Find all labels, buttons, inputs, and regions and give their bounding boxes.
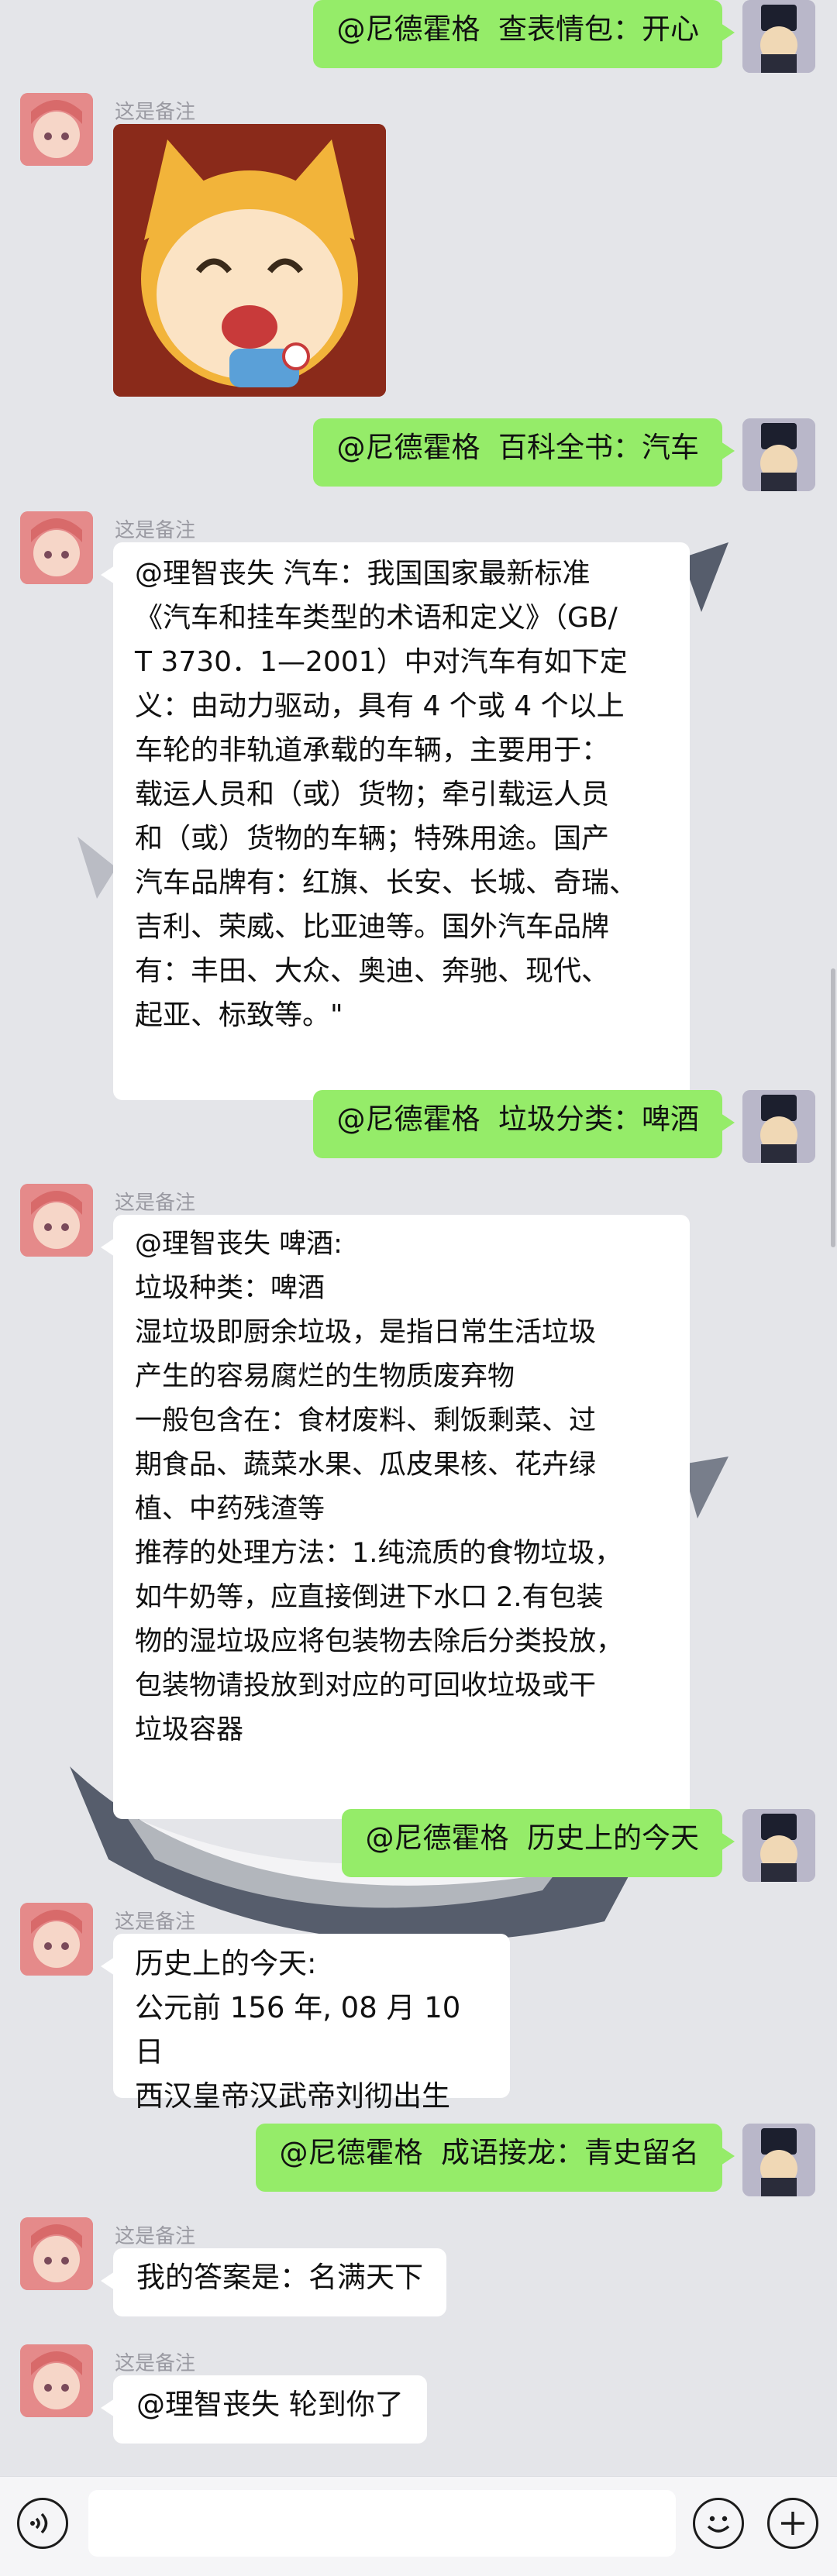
bot-avatar[interactable] — [20, 2217, 93, 2290]
bot-note-label: 这是备注 — [115, 2225, 196, 2248]
sent-message-bubble[interactable]: @尼德霍格 查表情包：开心 — [313, 0, 735, 68]
scrollbar[interactable] — [831, 968, 835, 1247]
my-avatar-image — [742, 418, 815, 491]
received-message-bubble[interactable]: 历史上的今天: 公元前 156 年, 08 月 10 日 西汉皇帝汉武帝刘彻出生 — [101, 1934, 510, 2113]
sent-message-bubble[interactable]: @尼德霍格 百科全书：汽车 — [313, 418, 735, 487]
my-avatar[interactable] — [742, 1090, 815, 1163]
bot-avatar[interactable] — [20, 1184, 93, 1257]
bot-avatar-image — [20, 1903, 93, 1976]
received-message-bubble[interactable]: @理智丧失 汽车：我国国家最新标准 《汽车和挂车类型的术语和定义》（GB/ T … — [101, 542, 690, 1100]
bot-avatar[interactable] — [20, 93, 93, 166]
my-avatar[interactable] — [742, 0, 815, 73]
happy-cat-sticker — [113, 124, 386, 397]
more-button[interactable] — [767, 2498, 818, 2549]
voice-button[interactable] — [17, 2498, 68, 2549]
bot-avatar[interactable] — [20, 2344, 93, 2417]
bot-note-label: 这是备注 — [115, 1192, 196, 1215]
my-avatar-image — [742, 0, 815, 73]
my-avatar[interactable] — [742, 1809, 815, 1882]
emoji-button[interactable] — [693, 2498, 744, 2549]
voice-icon — [30, 2512, 48, 2534]
received-message-bubble[interactable]: @理智丧失 轮到你了 — [101, 2375, 427, 2444]
sent-message-bubble[interactable]: @尼德霍格 历史上的今天 — [342, 1809, 735, 1877]
bot-avatar[interactable] — [20, 1903, 93, 1976]
bot-avatar[interactable] — [20, 511, 93, 584]
bot-note-label: 这是备注 — [115, 2352, 196, 2375]
sent-message-bubble[interactable]: @尼德霍格 垃圾分类：啤酒 — [313, 1090, 735, 1158]
received-message-bubble[interactable]: @理智丧失 啤酒: 垃圾种类：啤酒 湿垃圾即厨余垃圾，是指日常生活垃圾 产生的容… — [101, 1215, 690, 1819]
emoji-icon — [707, 2516, 730, 2533]
bot-avatar-image — [20, 1184, 93, 1257]
my-avatar-image — [742, 1090, 815, 1163]
chat-input-bar — [0, 2476, 837, 2576]
bot-note-label: 这是备注 — [115, 519, 196, 542]
bot-avatar-image — [20, 93, 93, 166]
bot-avatar-image — [20, 2344, 93, 2417]
my-avatar[interactable] — [742, 418, 815, 491]
my-avatar-image — [742, 1809, 815, 1882]
bot-avatar-image — [20, 2217, 93, 2290]
message-input[interactable] — [88, 2490, 676, 2557]
received-message-bubble[interactable]: 我的答案是：名满天下 — [101, 2248, 446, 2316]
sticker-image[interactable] — [113, 124, 386, 397]
plus-icon — [781, 2512, 804, 2535]
sent-message-bubble[interactable]: @尼德霍格 成语接龙：青史留名 — [256, 2124, 735, 2192]
bot-avatar-image — [20, 511, 93, 584]
bot-note-label: 这是备注 — [115, 1911, 196, 1934]
my-avatar-image — [742, 2124, 815, 2196]
my-avatar[interactable] — [742, 2124, 815, 2196]
bot-note-label: 这是备注 — [115, 101, 196, 124]
